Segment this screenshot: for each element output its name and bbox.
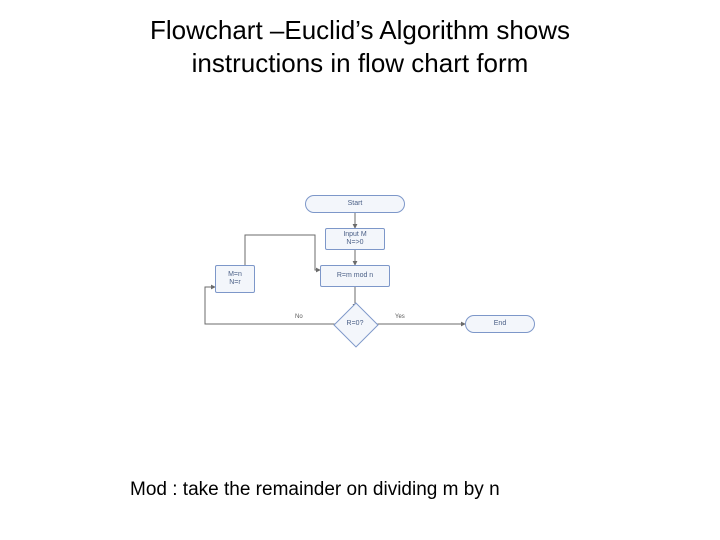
title-line-2: instructions in flow chart form (192, 48, 529, 78)
footnote-text: Mod : take the remainder on dividing m b… (130, 479, 500, 501)
node-start: Start (305, 195, 405, 213)
node-decision-label: R=0? (335, 320, 375, 327)
node-input: Input M N=>0 (325, 228, 385, 250)
edge-label-no: No (295, 314, 303, 320)
title-line-1: Flowchart –Euclid’s Algorithm shows (150, 15, 570, 45)
node-assign-label: M=n N=r (228, 271, 242, 286)
slide-title: Flowchart –Euclid’s Algorithm shows inst… (0, 14, 720, 79)
flowchart-diagram: Start Input M N=>0 R=m mod n M=n N=r R=0… (155, 195, 565, 385)
node-end: End (465, 315, 535, 333)
edge-label-yes: Yes (395, 314, 405, 320)
node-end-label: End (494, 320, 506, 328)
node-compute: R=m mod n (320, 265, 390, 287)
node-assign: M=n N=r (215, 265, 255, 293)
node-input-label: Input M N=>0 (343, 231, 366, 246)
node-start-label: Start (348, 200, 363, 208)
node-compute-label: R=m mod n (337, 272, 373, 280)
